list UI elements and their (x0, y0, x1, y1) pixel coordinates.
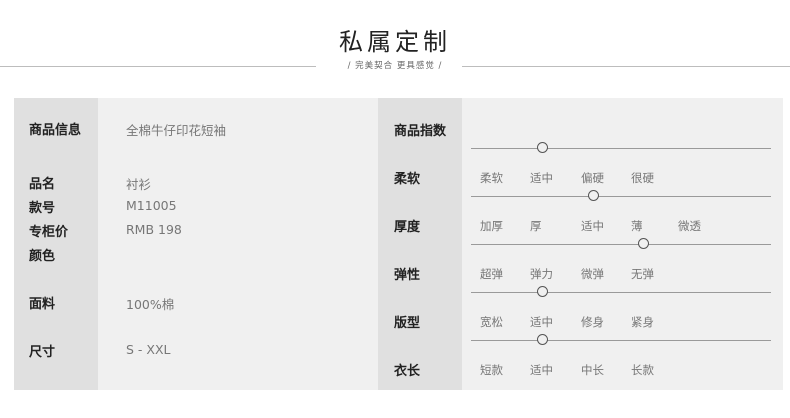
index-label-1: 厚度 (394, 220, 421, 235)
index-option-4-3: 长款 (631, 363, 654, 377)
index-option-4-0: 短款 (480, 363, 503, 377)
color-label: 颜色 (29, 249, 56, 264)
product-info-label: 商品信息 (29, 123, 82, 138)
index-option-0-3: 很硬 (631, 171, 654, 185)
index-option-4-2: 中长 (581, 363, 604, 377)
product-info-value: 全棉牛仔印花短袖 (126, 123, 227, 138)
index-option-3-0: 宽松 (480, 315, 503, 329)
model-label: 款号 (29, 201, 56, 216)
index-label-0: 柔软 (394, 172, 421, 187)
index-marker-2 (638, 238, 649, 249)
index-option-1-1: 厚 (530, 219, 542, 233)
index-marker-4 (537, 334, 548, 345)
index-option-1-0: 加厚 (480, 219, 503, 233)
fabric-value: 100%棉 (126, 297, 175, 312)
info-label-column (14, 98, 98, 390)
index-option-3-1: 适中 (530, 315, 553, 329)
index-track-4 (471, 340, 771, 341)
index-label-4: 衣长 (394, 364, 421, 379)
index-option-2-2: 微弹 (581, 267, 604, 281)
index-option-2-0: 超弹 (480, 267, 503, 281)
price-label: 专柜价 (29, 225, 69, 240)
page-subtitle: / 完美契合 更具感觉 / (347, 61, 443, 71)
page-title: 私属定制 (339, 28, 451, 56)
index-marker-0 (537, 142, 548, 153)
name-value: 衬衫 (126, 177, 152, 192)
model-value: M11005 (126, 198, 177, 213)
index-track-2 (471, 244, 771, 245)
index-option-1-3: 薄 (631, 219, 643, 233)
name-label: 品名 (29, 177, 56, 192)
index-option-3-2: 修身 (581, 315, 604, 329)
index-option-2-3: 无弹 (631, 267, 654, 281)
index-marker-1 (588, 190, 599, 201)
index-label-3: 版型 (394, 316, 421, 331)
index-track-1 (471, 196, 771, 197)
index-option-1-4: 微透 (678, 219, 701, 233)
index-option-0-0: 柔软 (480, 171, 503, 185)
index-title: 商品指数 (394, 124, 447, 139)
index-option-0-1: 适中 (530, 171, 553, 185)
size-value: S - XXL (126, 342, 171, 357)
index-track-3 (471, 292, 771, 293)
index-marker-3 (537, 286, 548, 297)
index-track-0 (471, 148, 771, 149)
index-label-column (378, 98, 462, 390)
index-option-1-2: 适中 (581, 219, 604, 233)
fabric-label: 面料 (29, 297, 56, 312)
size-label: 尺寸 (29, 345, 56, 360)
index-option-2-1: 弹力 (530, 267, 553, 281)
price-value: RMB 198 (126, 222, 182, 237)
index-option-4-1: 适中 (530, 363, 553, 377)
index-label-2: 弹性 (394, 268, 421, 283)
index-option-0-2: 偏硬 (581, 171, 604, 185)
index-option-3-3: 紧身 (631, 315, 654, 329)
